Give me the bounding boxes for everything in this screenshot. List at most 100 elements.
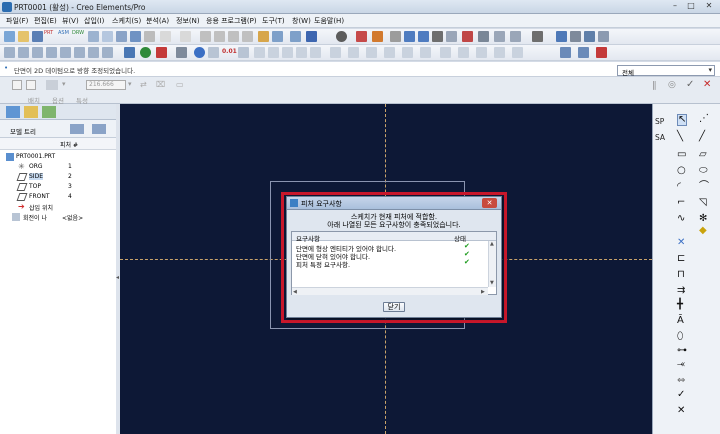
new-file-icon[interactable] [4, 31, 15, 42]
csys-tool-icon[interactable]: ✕ [677, 238, 685, 248]
depth-value-input[interactable]: 216.666 [86, 80, 126, 90]
no-hidden-icon[interactable] [282, 47, 293, 58]
model-tree-tab-icon[interactable] [6, 106, 20, 118]
sketch-tool-icon[interactable] [440, 47, 451, 58]
menu-window[interactable]: 창(W) [292, 16, 311, 26]
view-options-icon[interactable] [510, 31, 521, 42]
horizontal-scrollbar[interactable]: ◀ ▶ [292, 287, 488, 295]
preview-icon[interactable]: ◎ [668, 80, 676, 90]
tree-item-side[interactable]: SIDE 2 [0, 172, 117, 182]
appearance-icon[interactable] [494, 31, 505, 42]
datum-plane-tool-icon[interactable] [88, 47, 99, 58]
palette-icon[interactable]: ◆ [699, 226, 707, 236]
regenerate-icon[interactable] [116, 31, 127, 42]
layers-icon[interactable] [446, 31, 457, 42]
spin-center-icon[interactable] [336, 31, 347, 42]
close-window-button[interactable]: ✕ [702, 1, 716, 12]
mass-props-icon[interactable] [60, 47, 71, 58]
relations-icon[interactable] [18, 47, 29, 58]
chamfer-tool-icon[interactable]: ◹ [699, 198, 707, 208]
window-icon[interactable] [144, 31, 155, 42]
measure-icon[interactable] [74, 47, 85, 58]
sketch-palette-icon[interactable] [560, 47, 571, 58]
sketcher-display-icon[interactable] [176, 47, 187, 58]
wireframe-icon[interactable] [254, 47, 265, 58]
sketch-vertex-icon[interactable] [194, 47, 205, 58]
dimension-tool-icon[interactable]: ⊓ [677, 270, 685, 280]
scroll-down-icon[interactable]: ▼ [490, 280, 494, 286]
feature-number-column[interactable]: 피처 # [60, 140, 78, 149]
sketch-diagnostics-icon[interactable] [578, 47, 589, 58]
perspective-icon[interactable] [478, 31, 489, 42]
mirror-tool-icon[interactable]: ⤛ [677, 360, 685, 370]
sketch-done-icon[interactable]: ✓ [677, 390, 685, 400]
use-edge-tool-icon[interactable]: ⊏ [677, 254, 685, 264]
depth-value-chevron-icon[interactable]: ▾ [128, 80, 132, 88]
modify-tool-icon[interactable]: ⇉ [677, 286, 685, 296]
tree-item-org[interactable]: ✳ ORG 1 [0, 162, 117, 172]
arc-tool-icon[interactable]: ◜ [677, 182, 681, 192]
model-display-icon[interactable] [130, 31, 141, 42]
favorites-tab-icon[interactable] [42, 106, 56, 118]
menu-sketch[interactable]: 스케치(S) [112, 16, 141, 26]
annotation-icon[interactable] [458, 47, 469, 58]
menu-insert[interactable]: 삽입(I) [84, 16, 104, 26]
tree-filter-icon[interactable] [92, 124, 106, 134]
tree-settings-icon[interactable] [70, 124, 84, 134]
family-table-icon[interactable] [4, 47, 15, 58]
hidden-line-icon[interactable] [268, 47, 279, 58]
cut-icon[interactable] [200, 31, 211, 42]
axis-display-icon[interactable] [570, 31, 581, 42]
shade-closed-loops-icon[interactable] [596, 47, 607, 58]
depth-dropdown-icon[interactable]: ▾ [62, 80, 66, 88]
solid-option-icon[interactable] [12, 80, 22, 90]
selection-filter-icon[interactable] [290, 31, 301, 42]
pause-icon[interactable]: ∥ [652, 81, 657, 91]
menu-applications[interactable]: 응용 프로그램(P) [206, 16, 257, 26]
analysis-tool-icon[interactable] [476, 47, 487, 58]
centerline-tool-icon[interactable]: ╱ [699, 132, 705, 142]
sketch-setup-icon[interactable] [348, 47, 359, 58]
appearance-gallery-icon[interactable] [140, 47, 151, 58]
remove-material-icon[interactable]: ⌧ [156, 80, 165, 89]
tree-item-revolve[interactable]: 회전이 나 <없음> [0, 212, 117, 222]
paste-icon[interactable] [228, 31, 239, 42]
dialog-close-icon[interactable]: ✕ [482, 198, 497, 208]
scroll-right-icon[interactable]: ▶ [481, 289, 485, 295]
vertex-tool-icon[interactable]: ⋰ [699, 114, 709, 124]
tree-item-top[interactable]: TOP 3 [0, 182, 117, 192]
selection-filter-dropdown[interactable]: 전체 ▾ [617, 65, 715, 77]
rectangle-tool-icon[interactable]: ▭ [677, 150, 686, 160]
sa-label[interactable]: SA [655, 133, 665, 142]
export-icon[interactable] [494, 47, 505, 58]
menu-file[interactable]: 파일(F) [6, 16, 28, 26]
undo-icon[interactable] [160, 31, 171, 42]
save-icon[interactable] [32, 31, 43, 42]
tree-item-insert-here[interactable]: ➔ 삽입 위치 [0, 202, 117, 213]
context-help-icon[interactable] [532, 31, 543, 42]
close-window-tool-icon[interactable] [512, 47, 523, 58]
sketch-constraint-icon[interactable] [208, 47, 219, 58]
maximize-button[interactable]: □ [684, 1, 698, 12]
datum-csys-tool-icon[interactable] [420, 47, 431, 58]
sketch-grid-icon[interactable] [238, 47, 249, 58]
ref-icon[interactable] [330, 47, 341, 58]
open-file-icon[interactable] [18, 31, 29, 42]
asm-new-button[interactable]: ASM [58, 30, 69, 36]
print-icon[interactable] [88, 31, 99, 42]
select-box-icon[interactable] [272, 31, 283, 42]
sp-label[interactable]: SP [655, 117, 664, 126]
copy-icon[interactable] [214, 31, 225, 42]
drw-new-button[interactable]: DRW [72, 30, 84, 36]
csys-display-icon[interactable] [598, 31, 609, 42]
folder-browser-tab-icon[interactable] [24, 106, 38, 118]
select-arrow-icon[interactable]: ↖ [677, 114, 688, 126]
collapse-panel-icon[interactable]: ◂ [116, 274, 119, 281]
units-icon[interactable] [46, 47, 57, 58]
parameters-icon[interactable] [32, 47, 43, 58]
datum-display-icon[interactable] [556, 31, 567, 42]
menu-edit[interactable]: 편집(E) [34, 16, 57, 26]
flip-direction-icon[interactable]: ⇄ [140, 80, 147, 89]
saved-views-icon[interactable] [432, 31, 443, 42]
hide-icon[interactable] [124, 47, 135, 58]
